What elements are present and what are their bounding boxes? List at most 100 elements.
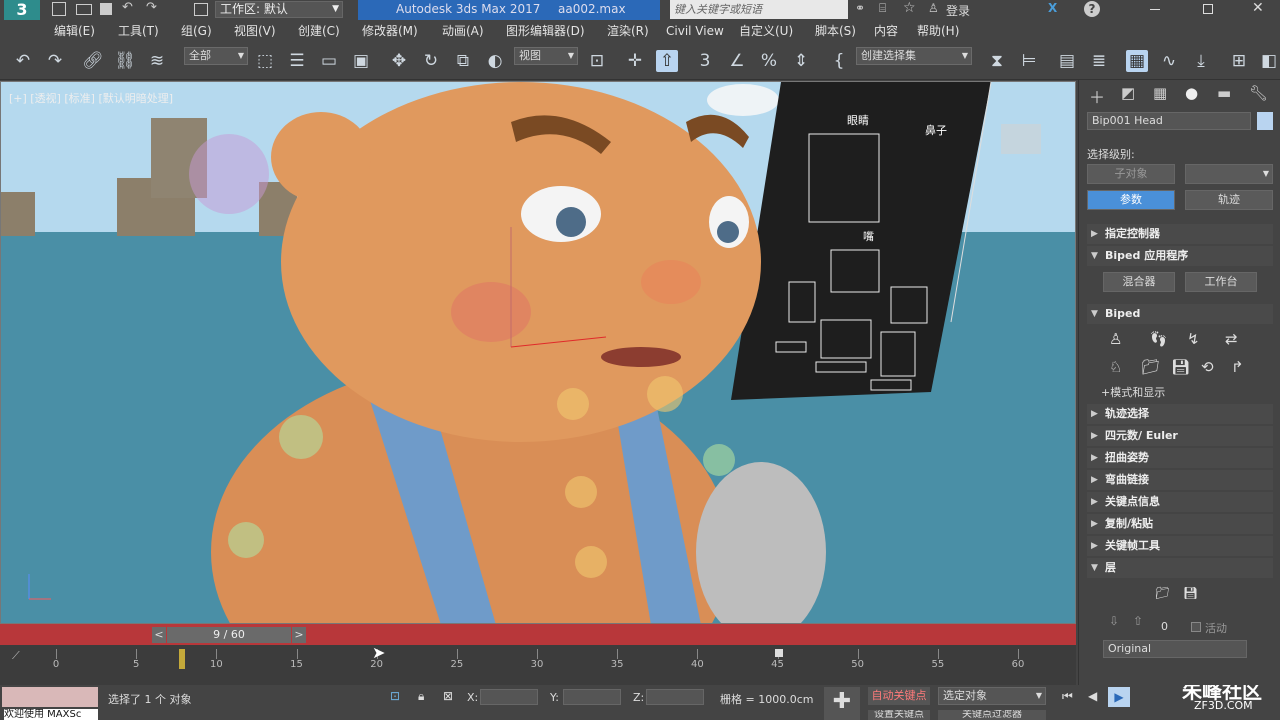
motion-tab-icon[interactable]: ● bbox=[1185, 84, 1198, 102]
edit-named-selection-icon[interactable]: { bbox=[828, 50, 850, 72]
prev-frame-button[interactable]: < bbox=[152, 627, 166, 643]
modify-tab-icon[interactable]: ◩ bbox=[1121, 84, 1135, 102]
select-object-icon[interactable]: ⬚ bbox=[254, 50, 276, 72]
subobject-dropdown[interactable]: ▼ bbox=[1185, 164, 1273, 184]
object-name-field[interactable]: Bip001 Head bbox=[1087, 112, 1251, 130]
load-layers-icon[interactable]: 📁︎ bbox=[1155, 586, 1170, 600]
subobject-button[interactable]: 子对象 bbox=[1087, 164, 1175, 184]
unlink-icon[interactable]: ⛓︎ bbox=[114, 50, 136, 72]
save-file-icon[interactable]: 💾︎ bbox=[1171, 358, 1190, 376]
mirror-icon[interactable]: ⧗ bbox=[986, 50, 1008, 72]
isolate-icon[interactable]: ⊡ bbox=[390, 689, 400, 703]
maxscript-listener[interactable] bbox=[2, 687, 98, 707]
menu-edit[interactable]: 编辑(E) bbox=[54, 22, 95, 40]
menu-tools[interactable]: 工具(T) bbox=[118, 22, 159, 40]
next-frame-button[interactable]: > bbox=[292, 627, 306, 643]
layer-up-icon[interactable]: ⇧ bbox=[1133, 614, 1143, 628]
binoculars-icon[interactable]: ⚭ bbox=[855, 1, 865, 15]
prev-key-icon[interactable]: ◀ bbox=[1088, 689, 1097, 703]
bind-space-warp-icon[interactable]: ≋ bbox=[146, 50, 168, 72]
snaps-toggle-icon[interactable]: 3 bbox=[694, 50, 716, 72]
project-folder-icon[interactable] bbox=[194, 3, 208, 16]
select-by-name-icon[interactable]: ☰ bbox=[286, 50, 308, 72]
selection-filter-dropdown[interactable]: 全部 ▼ bbox=[184, 47, 248, 65]
active-checkbox[interactable] bbox=[1191, 622, 1201, 632]
window-crossing-icon[interactable]: ▣ bbox=[350, 50, 372, 72]
lock-icon[interactable]: 🔒︎ bbox=[418, 689, 424, 704]
layer-explorer-icon[interactable]: ≣ bbox=[1088, 50, 1110, 72]
menu-view[interactable]: 视图(V) bbox=[234, 22, 276, 40]
layer-down-icon[interactable]: ⇩ bbox=[1109, 614, 1119, 628]
rollout-layers[interactable]: ▼ 层 bbox=[1087, 558, 1273, 578]
trajectories-button[interactable]: 轨迹 bbox=[1185, 190, 1273, 210]
utilities-tab-icon[interactable]: 🔧︎ bbox=[1249, 84, 1268, 102]
star-icon[interactable]: ☆ bbox=[903, 0, 916, 16]
menu-modifiers[interactable]: 修改器(M) bbox=[362, 22, 418, 40]
menu-animation[interactable]: 动画(A) bbox=[442, 22, 484, 40]
workspace-dropdown[interactable]: 工作区: 默认 ▼ bbox=[215, 1, 343, 18]
undo-icon[interactable]: ↶ bbox=[122, 0, 133, 15]
percent-snap-icon[interactable]: % bbox=[758, 50, 780, 72]
menu-scripting[interactable]: 脚本(S) bbox=[815, 22, 856, 40]
exchange-icon[interactable]: X bbox=[1048, 1, 1057, 15]
open-file-icon[interactable] bbox=[76, 4, 92, 15]
spinner-snap-icon[interactable]: ⇕ bbox=[790, 50, 812, 72]
save-file-icon[interactable] bbox=[100, 3, 112, 15]
set-key-button[interactable]: 设置关键点 bbox=[868, 710, 930, 720]
menu-graph-editors[interactable]: 图形编辑器(D) bbox=[506, 22, 585, 40]
rollout-copy-paste[interactable]: ▶ 复制/粘贴 bbox=[1087, 514, 1273, 534]
schematic-view-icon[interactable]: ⤓ bbox=[1190, 50, 1212, 72]
hierarchy-tab-icon[interactable]: ▦ bbox=[1153, 84, 1167, 102]
render-setup-icon[interactable]: ◧ bbox=[1258, 50, 1280, 72]
new-file-icon[interactable] bbox=[52, 2, 66, 16]
minimize-icon[interactable] bbox=[1150, 9, 1160, 10]
play-icon[interactable]: ▶ bbox=[1108, 687, 1130, 707]
redo-icon[interactable]: ↷ bbox=[146, 0, 157, 15]
track-bar[interactable]: ⟋ 0 5 10 15 20 25 30 35 40 45 50 55 60 ➤ bbox=[0, 643, 1076, 685]
rollout-assign-controller[interactable]: ▶ 指定控制器 bbox=[1087, 224, 1273, 244]
named-selection-set-dropdown[interactable]: 创建选择集 ▼ bbox=[856, 47, 972, 65]
keyboard-shortcut-toggle-icon[interactable]: ⇧ bbox=[656, 50, 678, 72]
add-time-tag-icon[interactable]: ✚ bbox=[824, 687, 860, 720]
reference-coord-dropdown[interactable]: 视图 ▼ bbox=[514, 47, 578, 65]
load-file-icon[interactable]: 📁︎ bbox=[1141, 358, 1160, 376]
go-to-start-icon[interactable]: ⏮ bbox=[1062, 689, 1073, 704]
place-icon[interactable]: ◐ bbox=[484, 50, 506, 72]
create-tab-icon[interactable]: ＋ bbox=[1089, 84, 1105, 108]
curve-editor-icon[interactable]: ∿ bbox=[1158, 50, 1180, 72]
rollout-quaternion-euler[interactable]: ▶ 四元数/ Euler bbox=[1087, 426, 1273, 446]
rollout-biped[interactable]: ▼ Biped bbox=[1087, 304, 1273, 324]
angle-snap-icon[interactable]: ∠ bbox=[726, 50, 748, 72]
menu-customize[interactable]: 自定义(U) bbox=[739, 22, 793, 40]
mixer-mode-icon[interactable]: ⇄ bbox=[1225, 330, 1238, 348]
rect-selection-icon[interactable]: ▭ bbox=[318, 50, 340, 72]
toggle-ribbon-icon[interactable]: ▦ bbox=[1126, 50, 1148, 72]
select-manipulate-icon[interactable]: ✛ bbox=[624, 50, 646, 72]
user-icon[interactable]: ♙ bbox=[928, 1, 939, 15]
link-icon[interactable]: 🔗︎ bbox=[82, 50, 104, 72]
layer-name-field[interactable]: Original bbox=[1103, 640, 1247, 658]
x-field[interactable] bbox=[480, 689, 538, 705]
scene-explorer-icon[interactable]: ▤ bbox=[1056, 50, 1078, 72]
save-layers-icon[interactable]: 💾︎ bbox=[1183, 586, 1198, 600]
rollout-bend-links[interactable]: ▶ 弯曲链接 bbox=[1087, 470, 1273, 490]
y-field[interactable] bbox=[563, 689, 621, 705]
menu-rendering[interactable]: 渲染(R) bbox=[607, 22, 649, 40]
login-link[interactable]: 登录 bbox=[946, 2, 970, 19]
mode-display-rollout[interactable]: +模式和显示 bbox=[1101, 384, 1165, 400]
menu-create[interactable]: 创建(C) bbox=[298, 22, 340, 40]
key-mode-dropdown[interactable]: 选定对象 ▼ bbox=[938, 687, 1046, 705]
workbench-button[interactable]: 工作台 bbox=[1185, 272, 1257, 292]
help-icon[interactable]: ? bbox=[1084, 1, 1100, 17]
figure-mode-icon[interactable]: ♙ bbox=[1109, 330, 1122, 348]
z-field[interactable] bbox=[646, 689, 704, 705]
rollout-track-selection[interactable]: ▶ 轨迹选择 bbox=[1087, 404, 1273, 424]
menu-civil-view[interactable]: Civil View bbox=[666, 22, 724, 40]
biped-playback-icon[interactable]: ♘ bbox=[1109, 358, 1122, 376]
viewport-label[interactable]: [+] [透视] [标准] [默认明暗处理] bbox=[9, 90, 173, 106]
auto-key-button[interactable]: 自动关键点 bbox=[868, 687, 930, 705]
rollout-biped-apps[interactable]: ▼ Biped 应用程序 bbox=[1087, 246, 1273, 266]
move-icon[interactable]: ✥ bbox=[388, 50, 410, 72]
material-editor-icon[interactable]: ⊞ bbox=[1228, 50, 1250, 72]
perspective-viewport[interactable]: 眼睛 鼻子 嘴 [+] [透视] [标准] [默认明暗处理] bbox=[0, 81, 1076, 624]
